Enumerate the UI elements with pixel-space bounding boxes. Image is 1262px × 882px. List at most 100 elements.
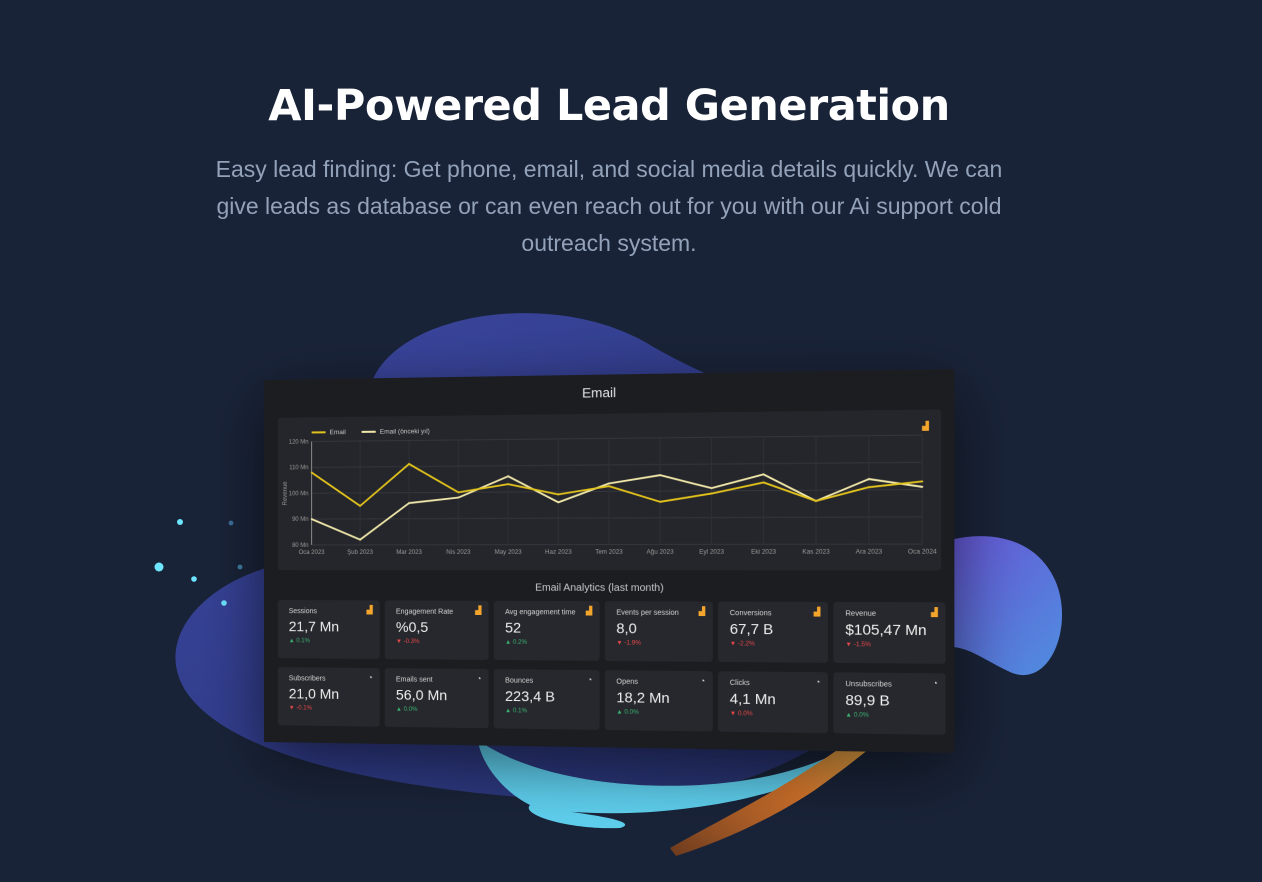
arrow-down-icon: ▼ <box>289 705 297 711</box>
x-tick-label: Ağu 2023 <box>647 550 675 556</box>
kpi-card-events-per-session[interactable]: ▟ Events per session 8,0 ▼ -1.9% <box>605 601 713 662</box>
bar-chart-icon: ▟ <box>586 606 592 615</box>
data-point <box>659 474 661 476</box>
kpi-value: 52 <box>505 619 599 636</box>
kpi-delta: ▲ 0.0% <box>616 709 712 716</box>
kpi-delta: ▼ -2.2% <box>730 641 828 648</box>
kpi-delta: ▼ 0.0% <box>730 711 828 719</box>
arrow-up-icon: ▲ <box>616 709 624 715</box>
data-point <box>457 491 459 493</box>
gridline <box>312 462 923 467</box>
kpi-value: 8,0 <box>616 620 712 637</box>
data-point <box>557 501 559 503</box>
arrow-down-icon: ▼ <box>845 642 853 648</box>
kpi-value: $105,47 Mn <box>845 621 945 638</box>
legend-label[interactable]: Email (önceki yıl) <box>380 428 430 436</box>
kpi-delta: ▲ 0.0% <box>845 712 945 720</box>
kpi-label: Clicks <box>730 680 828 688</box>
y-axis-label: Revenue <box>283 481 289 506</box>
x-tick-label: May 2023 <box>495 550 523 556</box>
page-subtitle: Easy lead finding: Get phone, email, and… <box>204 151 1014 262</box>
kpi-card-revenue[interactable]: ▟ Revenue $105,47 Mn ▼ -1.5% <box>833 602 945 664</box>
kpi-value: 56,0 Mn <box>396 686 489 703</box>
kpi-value: 18,2 Mn <box>616 689 712 707</box>
arrow-down-icon: ▼ <box>616 640 624 646</box>
y-tick-label: 80 Mn <box>292 543 309 549</box>
kpi-delta-value: 0.0% <box>738 711 753 717</box>
kpi-card-sessions[interactable]: ▟ Sessions 21,7 Mn ▲ 0.1% <box>278 600 380 659</box>
bar-chart-icon: ▟ <box>931 608 938 618</box>
arrow-up-icon: ▲ <box>289 638 297 644</box>
data-point <box>763 473 765 475</box>
x-tick-label: Ara 2023 <box>856 549 883 555</box>
kpi-value: 67,7 B <box>730 620 828 637</box>
kpi-label: Opens <box>616 679 712 687</box>
y-tick-label: 120 Mn <box>289 440 309 446</box>
bar-chart-icon: ▟ <box>699 607 706 616</box>
kpi-delta-value: -2.2% <box>738 641 755 647</box>
kpi-card-subscribers[interactable]: ◔ Subscribers 21,0 Mn ▼ -0.1% <box>278 667 380 727</box>
data-point <box>608 485 610 487</box>
kpi-value: 4,1 Mn <box>730 690 828 708</box>
data-point <box>711 487 713 489</box>
data-point <box>921 486 923 488</box>
dashboard-panel: Email 80 Mn 90 Mn 100 Mn 110 Mn 120 Mn Oca 20… <box>264 369 954 753</box>
analytics-icon: ◔ <box>932 679 937 689</box>
data-point <box>815 500 817 502</box>
kpi-card-avg-engagement-time[interactable]: ▟ Avg engagement time 52 ▲ 0.2% <box>494 601 600 661</box>
arrow-up-icon: ▲ <box>505 640 513 646</box>
kpi-label: Emails sent <box>396 676 489 684</box>
x-tick-label: Haz 2023 <box>545 550 572 556</box>
kpi-label: Subscribers <box>289 675 380 683</box>
kpi-label: Unsubscribes <box>845 681 945 689</box>
kpi-value: 89,9 B <box>845 691 945 709</box>
x-tick-label: Şub 2023 <box>347 550 373 556</box>
data-point <box>311 472 313 474</box>
x-tick-label: Tem 2023 <box>595 550 623 556</box>
arrow-down-icon: ▼ <box>396 639 404 645</box>
kpi-card-conversions[interactable]: ▟ Conversions 67,7 B ▼ -2.2% <box>718 602 828 663</box>
revenue-line-chart: 80 Mn90 Mn100 Mn110 Mn120 MnOca 2023 Şub … <box>278 409 941 570</box>
data-point <box>359 505 361 507</box>
kpi-delta: ▲ 0.1% <box>289 638 380 645</box>
y-tick-label: 100 Mn <box>289 491 309 497</box>
kpi-card-clicks[interactable]: ◔ Clicks 4,1 Mn ▼ 0.0% <box>718 671 828 733</box>
kpi-card-bounces[interactable]: ◔ Bounces 223,4 B ▲ 0.1% <box>494 669 600 730</box>
gridline <box>312 544 923 545</box>
analytics-icon: ◔ <box>700 676 705 685</box>
data-point <box>763 482 765 484</box>
analytics-icon: ◔ <box>476 674 481 683</box>
x-tick-label: Eyl 2023 <box>699 550 725 556</box>
kpi-delta: ▲ 0.1% <box>505 708 599 715</box>
data-point <box>557 493 559 495</box>
kpi-delta-value: -0.3% <box>404 639 420 645</box>
legend-label[interactable]: Email <box>330 429 346 436</box>
kpi-value: 223,4 B <box>505 688 599 706</box>
kpi-delta-value: -0.1% <box>296 705 312 711</box>
data-point <box>408 463 410 465</box>
kpi-card-unsubscribes[interactable]: ◔ Unsubscribes 89,9 B ▲ 0.0% <box>833 672 945 735</box>
arrow-up-icon: ▲ <box>396 707 404 713</box>
x-tick-label: Oca 2024 <box>908 549 937 555</box>
analytics-icon: ◔ <box>815 677 820 686</box>
kpi-card-engagement-rate[interactable]: ▟ Engagement Rate %0,5 ▼ -0.3% <box>385 600 489 660</box>
arrow-up-icon: ▲ <box>845 712 853 718</box>
kpi-delta: ▲ 0.2% <box>505 640 599 647</box>
kpi-delta-value: -1.5% <box>854 642 871 648</box>
arrow-down-icon: ▼ <box>730 711 738 717</box>
gridline <box>312 517 923 519</box>
analytics-icon: ◔ <box>368 673 373 682</box>
data-point <box>507 475 509 477</box>
data-point <box>711 493 713 495</box>
data-point <box>659 501 661 503</box>
kpi-card-opens[interactable]: ◔ Opens 18,2 Mn ▲ 0.0% <box>605 670 713 731</box>
kpi-value: 21,7 Mn <box>289 618 380 635</box>
x-tick-label: Nis 2023 <box>446 550 471 556</box>
kpi-card-emails-sent[interactable]: ◔ Emails sent 56,0 Mn ▲ 0.0% <box>385 668 489 728</box>
kpi-delta-value: 0.0% <box>854 712 869 719</box>
data-point <box>921 480 923 482</box>
data-point <box>507 483 509 485</box>
kpi-value: %0,5 <box>396 619 489 636</box>
kpi-value: 21,0 Mn <box>289 685 380 702</box>
bar-chart-icon: ▟ <box>366 605 372 614</box>
